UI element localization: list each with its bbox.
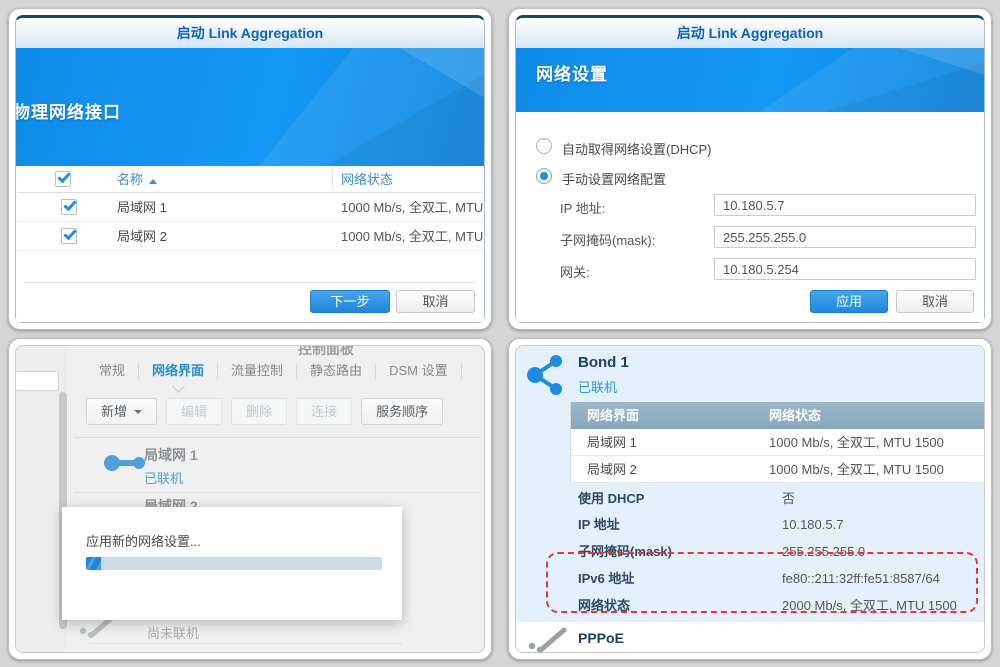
tab-bar: 常规 网络界面 流量控制 静态路由 DSM 设置 [86,356,462,386]
detail-value: 否 [782,485,795,512]
tab-traffic-control[interactable]: 流量控制 [218,356,296,386]
column-header-status[interactable]: 网络状态 [341,166,393,193]
subnet-mask-input[interactable] [714,226,976,248]
panel-wizard-network: 启动 Link Aggregation 网络设置 自动取得网络设置(DHCP) … [508,8,992,330]
manual-radio[interactable] [536,168,552,184]
apply-button[interactable]: 应用 [810,290,888,313]
divider [89,643,402,644]
link-aggregation-dialog-1: 启动 Link Aggregation 物理网络接口 名称 网络状态 局域网 1… [15,15,485,323]
tab-general[interactable]: 常规 [86,356,138,386]
detail-label: IP 地址 [578,511,620,538]
next-button[interactable]: 下一步 [310,290,390,313]
service-order-button[interactable]: 服务顺序 [361,398,443,425]
panel-wizard-interfaces: 启动 Link Aggregation 物理网络接口 名称 网络状态 局域网 1… [8,8,492,330]
sidebar-search-fragment[interactable] [15,371,59,391]
dhcp-radio-label[interactable]: 自动取得网络设置(DHCP) [562,139,712,158]
dropdown-caret-icon [134,410,142,414]
member-name: 局域网 1 [587,429,637,456]
member-name: 局域网 2 [587,456,637,483]
manual-radio-label[interactable]: 手动设置网络配置 [562,169,666,188]
dialog-title: 启动 Link Aggregation [16,18,484,48]
select-all-checkbox[interactable] [55,171,71,187]
interface-list-item-name[interactable]: 局域网 1 [144,445,198,465]
delete-button[interactable]: 删除 [231,398,287,425]
create-button[interactable]: 新增 [86,398,157,425]
column-divider [332,170,333,189]
table-row[interactable]: 局域网 1 1000 Mb/s, 全双工, MTU [17,193,483,222]
cancel-button[interactable]: 取消 [396,290,475,313]
offline-status-label: 尚未联机 [147,623,199,642]
table-row: 局域网 1 1000 Mb/s, 全双工, MTU 1500 [571,429,984,456]
pppoe-item-label[interactable]: PPPoE [578,630,624,646]
cancel-button[interactable]: 取消 [896,290,974,313]
lan-interface-icon [102,451,150,475]
table-header: 名称 网络状态 [17,166,483,193]
progress-message: 应用新的网络设置... [86,531,201,550]
control-panel-window: 控制面板 常规 网络界面 流量控制 静态路由 DSM 设置 [15,345,485,653]
progress-bar-fill [86,557,101,570]
sort-ascending-icon [149,179,157,184]
gateway-label: 网关: [560,262,590,281]
column-header-status: 网络状态 [769,402,821,429]
table-header: 网络界面 网络状态 [571,402,984,429]
column-header-interface: 网络界面 [587,402,639,429]
ip-address-input[interactable] [714,194,976,216]
progress-bar [86,557,382,570]
progress-dialog: 应用新的网络设置... [62,507,402,620]
subnet-mask-label: 子网掩码(mask): [560,230,655,249]
connect-button[interactable]: 连接 [296,398,352,425]
member-status: 1000 Mb/s, 全双工, MTU 1500 [769,429,944,456]
detail-value: fe80::211:32ff:fe51:8587/64 [782,565,940,592]
footer-divider [24,282,476,283]
row-checkbox[interactable] [61,199,77,215]
detail-label: IPv6 地址 [578,565,634,592]
detail-value: 2000 Mb/s, 全双工, MTU 1500 [782,592,957,619]
divider [74,492,480,493]
toolbar: 新增 编辑 删除 连接 服务顺序 [86,398,443,425]
dhcp-radio[interactable] [536,138,552,154]
detail-label: 使用 DHCP [578,485,644,512]
ip-address-label: IP 地址: [560,198,605,217]
member-status: 1000 Mb/s, 全双工, MTU 1500 [769,456,944,483]
interface-status: 1000 Mb/s, 全双工, MTU [341,193,483,222]
dialog-banner: 物理网络接口 [16,48,484,166]
table-row[interactable]: 局域网 2 1000 Mb/s, 全双工, MTU [17,222,483,251]
table-row: 局域网 2 1000 Mb/s, 全双工, MTU 1500 [571,456,984,483]
detail-value: 10.180.5.7 [782,511,843,538]
link-aggregation-dialog-2: 启动 Link Aggregation 网络设置 自动取得网络设置(DHCP) … [515,15,985,323]
panel-control-panel: 控制面板 常规 网络界面 流量控制 静态路由 DSM 设置 [8,338,492,660]
gateway-input[interactable] [714,258,976,280]
pppoe-icon [526,626,570,653]
detail-row-highlighted: 网络状态 2000 Mb/s, 全双工, MTU 1500 [516,592,984,619]
bond-icon [524,352,566,398]
row-checkbox[interactable] [61,228,77,244]
edit-button[interactable]: 编辑 [166,398,222,425]
detail-row-highlighted: IPv6 地址 fe80::211:32ff:fe51:8587/64 [516,565,984,592]
banner-heading: 物理网络接口 [16,98,121,123]
screenshot-collage: 启动 Link Aggregation 物理网络接口 名称 网络状态 局域网 1… [0,0,1000,667]
interface-name: 局域网 2 [117,222,167,251]
interface-status: 1000 Mb/s, 全双工, MTU [341,222,483,251]
detail-row: 使用 DHCP 否 [516,485,984,512]
banner-heading: 网络设置 [536,60,608,85]
bond-members-table: 网络界面 网络状态 局域网 1 1000 Mb/s, 全双工, MTU 1500… [570,402,984,483]
detail-row: IP 地址 10.180.5.7 [516,511,984,538]
divider [74,437,480,438]
bond-status-link[interactable]: 已联机 [578,377,617,396]
tab-static-route[interactable]: 静态路由 [297,356,375,386]
interface-list-item-status[interactable]: 已联机 [144,468,183,487]
interface-name: 局域网 1 [117,193,167,222]
tab-dsm-settings[interactable]: DSM 设置 [376,356,461,386]
dialog-title: 启动 Link Aggregation [516,18,984,48]
dialog-banner: 网络设置 [516,48,984,112]
bond-details-view: Bond 1 已联机 网络界面 网络状态 局域网 1 1000 Mb/s, 全双… [515,345,985,653]
panel-bond-result: Bond 1 已联机 网络界面 网络状态 局域网 1 1000 Mb/s, 全双… [508,338,992,660]
bond-name[interactable]: Bond 1 [578,354,629,371]
detail-label: 网络状态 [578,592,630,619]
column-header-name[interactable]: 名称 [117,166,157,193]
